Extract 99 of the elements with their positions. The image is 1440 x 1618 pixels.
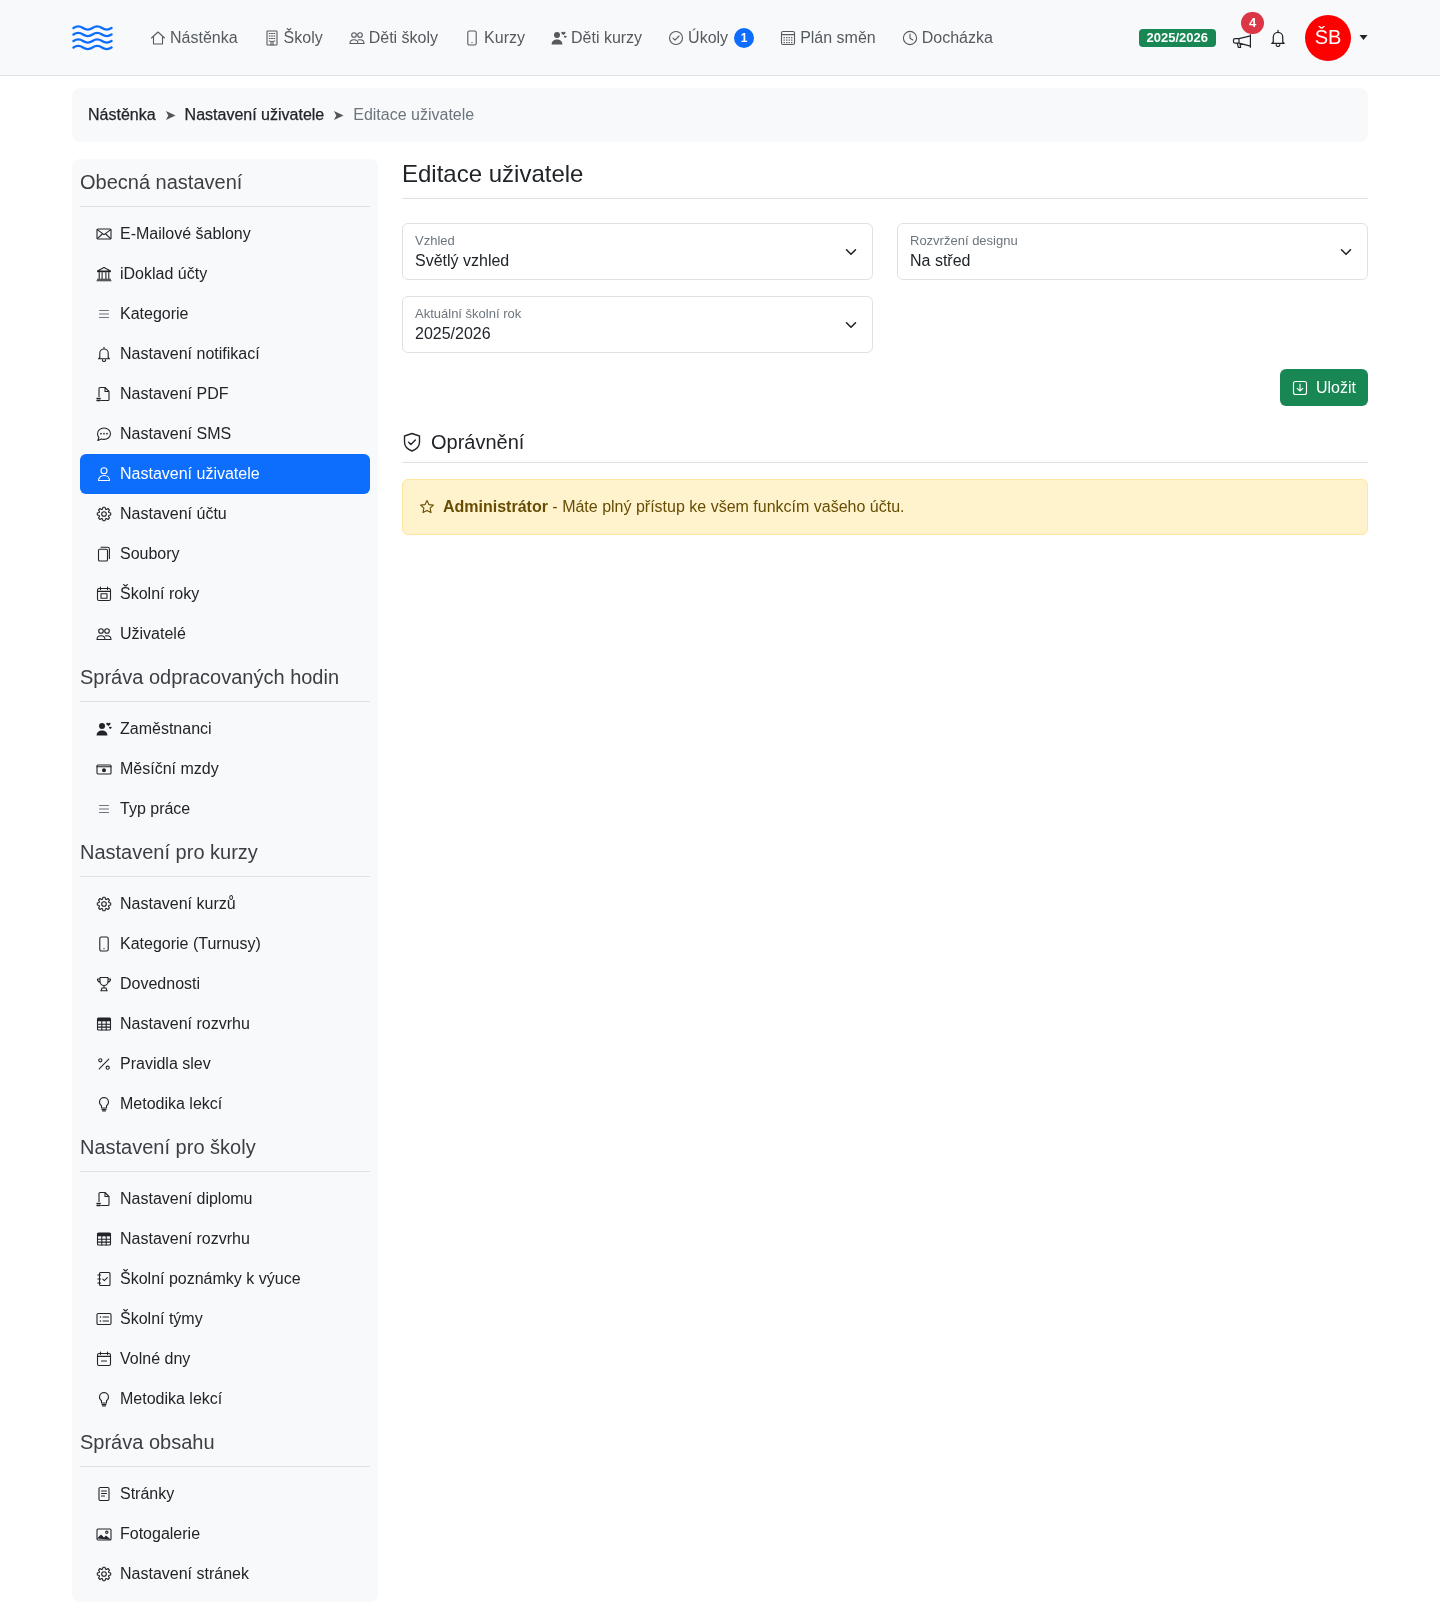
- files-icon: [96, 546, 112, 562]
- gear-icon: [96, 506, 112, 522]
- person-hearts-icon: [551, 29, 567, 46]
- people-icon: [96, 626, 112, 642]
- breadcrumb-link[interactable]: Nástěnka: [88, 103, 156, 127]
- checklist-icon: [96, 1271, 112, 1287]
- sidebar-item[interactable]: Nastavení rozvrhu: [80, 1219, 370, 1259]
- alert-text: Administrátor - Máte plný přístup ke všem funkcím vašeho účtu.: [443, 497, 905, 517]
- sidebar-item[interactable]: Nastavení notifikací: [80, 334, 370, 374]
- trophy-icon: [96, 976, 112, 992]
- star-icon: [419, 499, 435, 515]
- sidebar-item[interactable]: Fotogalerie: [80, 1514, 370, 1554]
- sidebar-item[interactable]: Zaměstnanci: [80, 709, 370, 749]
- envelope-icon: [96, 226, 112, 242]
- sidebar-item[interactable]: Uživatelé: [80, 614, 370, 654]
- arrowhead-icon: [333, 109, 345, 121]
- document-icon: [96, 1191, 112, 1207]
- breadcrumb-link[interactable]: Nastavení uživatele: [184, 103, 325, 127]
- download-icon: [1292, 379, 1308, 396]
- sidebar-item[interactable]: Školní roky: [80, 574, 370, 614]
- calendar-icon: [780, 29, 797, 46]
- phone-icon: [96, 936, 112, 952]
- sidebar-item[interactable]: Nastavení uživatele: [80, 454, 370, 494]
- sidebar-item[interactable]: Typ práce: [80, 789, 370, 829]
- sidebar-item[interactable]: Metodika lekcí: [80, 1084, 370, 1124]
- shield-icon: [402, 432, 422, 452]
- sidebar-item[interactable]: Nastavení PDF: [80, 374, 370, 414]
- megaphone-icon[interactable]: [1232, 33, 1252, 48]
- breadcrumb-current: Editace uživatele: [353, 105, 475, 125]
- section-heading: Nastavení pro školy: [80, 1136, 256, 1158]
- sidebar-item[interactable]: Školní týmy: [80, 1299, 370, 1339]
- page-title: Editace uživatele: [402, 159, 584, 188]
- count-badge: 1: [734, 27, 755, 48]
- school-year-badge: 2025/2026: [1138, 28, 1216, 47]
- sidebar-item[interactable]: E-Mailové šablony: [80, 214, 370, 254]
- person-hearts-icon: [96, 721, 112, 737]
- save-button[interactable]: Uložit: [1280, 369, 1368, 406]
- sidebar-item[interactable]: Soubory: [80, 534, 370, 574]
- sidebar-item[interactable]: Dovednosti: [80, 964, 370, 1004]
- section-heading: Nastavení pro kurzy: [80, 841, 258, 863]
- table-icon: [96, 1016, 112, 1032]
- nav-link[interactable]: Děti kurzy: [543, 19, 651, 56]
- nav-link[interactable]: Kurzy: [456, 19, 533, 56]
- sidebar-item[interactable]: Nastavení diplomu: [80, 1179, 370, 1219]
- nav-link[interactable]: Školy: [255, 19, 331, 56]
- check-circle-icon: [668, 29, 685, 46]
- nav-link[interactable]: Děti školy: [340, 19, 447, 56]
- sidebar-item[interactable]: Nastavení SMS: [80, 414, 370, 454]
- section-heading: Správa odpracovaných hodin: [80, 666, 340, 688]
- sidebar-item[interactable]: Metodika lekcí: [80, 1379, 370, 1419]
- clock-icon: [901, 29, 918, 46]
- person-icon: [96, 466, 112, 482]
- waves-icon[interactable]: [72, 24, 113, 51]
- nav-link[interactable]: Úkoly 1: [660, 19, 763, 56]
- calendar-icon: [96, 586, 112, 602]
- gear-icon: [96, 896, 112, 912]
- calendar-icon: [96, 1351, 112, 1367]
- cash-icon: [96, 761, 112, 777]
- caret-icon[interactable]: [1359, 35, 1368, 40]
- sidebar-item[interactable]: iDoklad účty: [80, 254, 370, 294]
- building-icon: [263, 29, 280, 46]
- sidebar-item[interactable]: Nastavení účtu: [80, 494, 370, 534]
- permissions-heading: Oprávnění: [431, 430, 525, 454]
- people-icon: [348, 29, 365, 46]
- nav-link[interactable]: Docházka: [893, 19, 1001, 56]
- image-icon: [96, 1526, 112, 1542]
- sidebar-item[interactable]: Měsíční mzdy: [80, 749, 370, 789]
- section-heading: Správa obsahu: [80, 1431, 215, 1453]
- sidebar-item[interactable]: Kategorie: [80, 294, 370, 334]
- select-field[interactable]: Rozvržení designu Na střed: [897, 223, 1368, 280]
- sidebar-item[interactable]: Školní poznámky k výuce: [80, 1259, 370, 1299]
- sidebar-item[interactable]: Volné dny: [80, 1339, 370, 1379]
- sidebar-item[interactable]: Pravidla slev: [80, 1044, 370, 1084]
- sidebar-item[interactable]: Kategorie (Turnusy): [80, 924, 370, 964]
- select-field[interactable]: Aktuální školní rok 2025/2026: [402, 296, 873, 353]
- nav-link[interactable]: Nástěnka: [142, 19, 246, 56]
- bell-icon[interactable]: [1269, 28, 1287, 47]
- document-icon: [96, 386, 112, 402]
- table-icon: [96, 1231, 112, 1247]
- sidebar-item[interactable]: Nastavení stránek: [80, 1554, 370, 1594]
- lightbulb-icon: [96, 1096, 112, 1112]
- count-badge: 4: [1241, 11, 1264, 34]
- arrowhead-icon: [164, 109, 176, 121]
- nav-link[interactable]: Plán směn: [772, 19, 884, 56]
- bell-icon: [96, 346, 112, 362]
- section-heading: Obecná nastavení: [80, 171, 243, 193]
- sidebar-item[interactable]: Nastavení kurzů: [80, 884, 370, 924]
- percent-icon: [96, 1056, 112, 1072]
- lightbulb-icon: [96, 1391, 112, 1407]
- gear-icon: [96, 1566, 112, 1582]
- bank-icon: [96, 266, 112, 282]
- card-list-icon: [96, 1311, 112, 1327]
- chat-icon: [96, 426, 112, 442]
- document-icon: [96, 1486, 112, 1502]
- select-field[interactable]: Vzhled Světlý vzhled: [402, 223, 873, 280]
- sidebar-item[interactable]: Stránky: [80, 1474, 370, 1514]
- house-icon: [150, 29, 166, 46]
- avatar[interactable]: ŠB: [1305, 14, 1351, 61]
- sidebar-item[interactable]: Nastavení rozvrhu: [80, 1004, 370, 1044]
